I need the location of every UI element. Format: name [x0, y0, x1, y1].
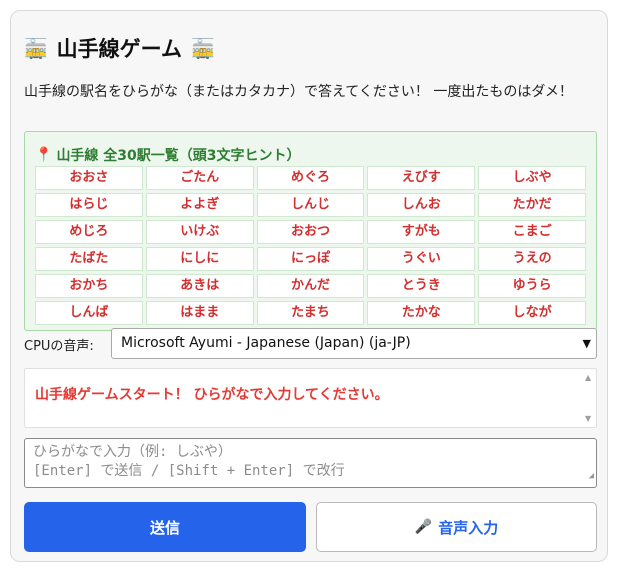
station-hint: にしに — [145, 247, 254, 271]
send-button[interactable]: 送信 — [24, 502, 306, 552]
station-hint-box: 📍 山手線 全30駅一覧（頭3文字ヒント） おおさ ごたん めぐろ えびす しぶ… — [24, 131, 597, 331]
station-hint: うぐい — [367, 247, 476, 271]
pin-icon: 📍 — [35, 147, 53, 163]
station-hint: しなが — [478, 301, 586, 325]
station-hint: たかな — [367, 301, 476, 325]
station-hint: たばた — [35, 247, 143, 271]
station-hint: たかだ — [478, 193, 586, 217]
station-hint: しぶや — [478, 166, 586, 190]
station-hint: よよぎ — [145, 193, 254, 217]
station-hint: こまご — [478, 220, 586, 244]
answer-placeholder: ひらがなで入力（例: しぶや） [Enter] で送信 / [Shift + E… — [33, 444, 345, 479]
voice-select[interactable]: Microsoft Ayumi - Japanese (Japan) (ja-J… — [111, 328, 597, 359]
message-log: 山手線ゲームスタート！ ひらがなで入力してください。 ▲ ▼ — [24, 368, 597, 428]
station-hint: しんじ — [256, 193, 365, 217]
station-hint: ごたん — [145, 166, 254, 190]
station-hint: すがも — [367, 220, 476, 244]
hint-heading: 📍 山手線 全30駅一覧（頭3文字ヒント） — [35, 145, 301, 165]
log-scrollbar[interactable]: ▲ ▼ — [582, 369, 596, 427]
resize-handle-icon[interactable]: ◢ — [589, 467, 594, 486]
send-button-label: 送信 — [149, 518, 180, 537]
log-message: 山手線ゲームスタート！ ひらがなで入力してください。 — [35, 387, 389, 403]
microphone-icon: 🎤 — [414, 519, 433, 535]
page-title: 🚋 山手線ゲーム 🚋 — [24, 33, 215, 63]
station-hint: しんば — [35, 301, 143, 325]
chevron-down-icon: ▼ — [582, 337, 591, 350]
scroll-up-icon[interactable]: ▲ — [585, 373, 591, 382]
train-icon: 🚋 — [24, 37, 48, 60]
voice-input-button[interactable]: 🎤 音声入力 — [316, 502, 597, 552]
station-hint: めじろ — [35, 220, 143, 244]
answer-input[interactable]: ひらがなで入力（例: しぶや） [Enter] で送信 / [Shift + E… — [24, 438, 597, 488]
station-grid: おおさ ごたん めぐろ えびす しぶや はらじ よよぎ しんじ しんお たかだ … — [35, 166, 586, 325]
station-hint: うえの — [478, 247, 586, 271]
voice-selected-value: Microsoft Ayumi - Japanese (Japan) (ja-J… — [121, 335, 411, 351]
station-hint: めぐろ — [256, 166, 365, 190]
station-hint: おおさ — [35, 166, 143, 190]
station-hint: はまま — [145, 301, 254, 325]
title-text: 山手線ゲーム — [56, 37, 183, 61]
station-hint: ゆうら — [478, 274, 586, 298]
instructions: 山手線の駅名をひらがな（またはカタカナ）で答えてください！ 一度出たものはダメ！ — [24, 84, 573, 100]
station-hint: かんだ — [256, 274, 365, 298]
station-hint: いけぶ — [145, 220, 254, 244]
station-hint: おおつ — [256, 220, 365, 244]
station-hint: おかち — [35, 274, 143, 298]
hint-title-text: 山手線 全30駅一覧（頭3文字ヒント） — [56, 148, 301, 164]
voice-label: CPUの音声: — [24, 339, 94, 354]
station-hint: あきは — [145, 274, 254, 298]
scroll-down-icon[interactable]: ▼ — [585, 414, 591, 423]
station-hint: えびす — [367, 166, 476, 190]
voice-input-label: 音声入力 — [438, 518, 499, 537]
station-hint: たまち — [256, 301, 365, 325]
station-hint: にっぽ — [256, 247, 365, 271]
game-card: 🚋 山手線ゲーム 🚋 山手線の駅名をひらがな（またはカタカナ）で答えてください！… — [10, 10, 608, 562]
station-hint: はらじ — [35, 193, 143, 217]
train-icon: 🚋 — [191, 37, 215, 60]
station-hint: しんお — [367, 193, 476, 217]
station-hint: とうき — [367, 274, 476, 298]
voice-row: CPUの音声: Microsoft Ayumi - Japanese (Japa… — [24, 328, 597, 360]
